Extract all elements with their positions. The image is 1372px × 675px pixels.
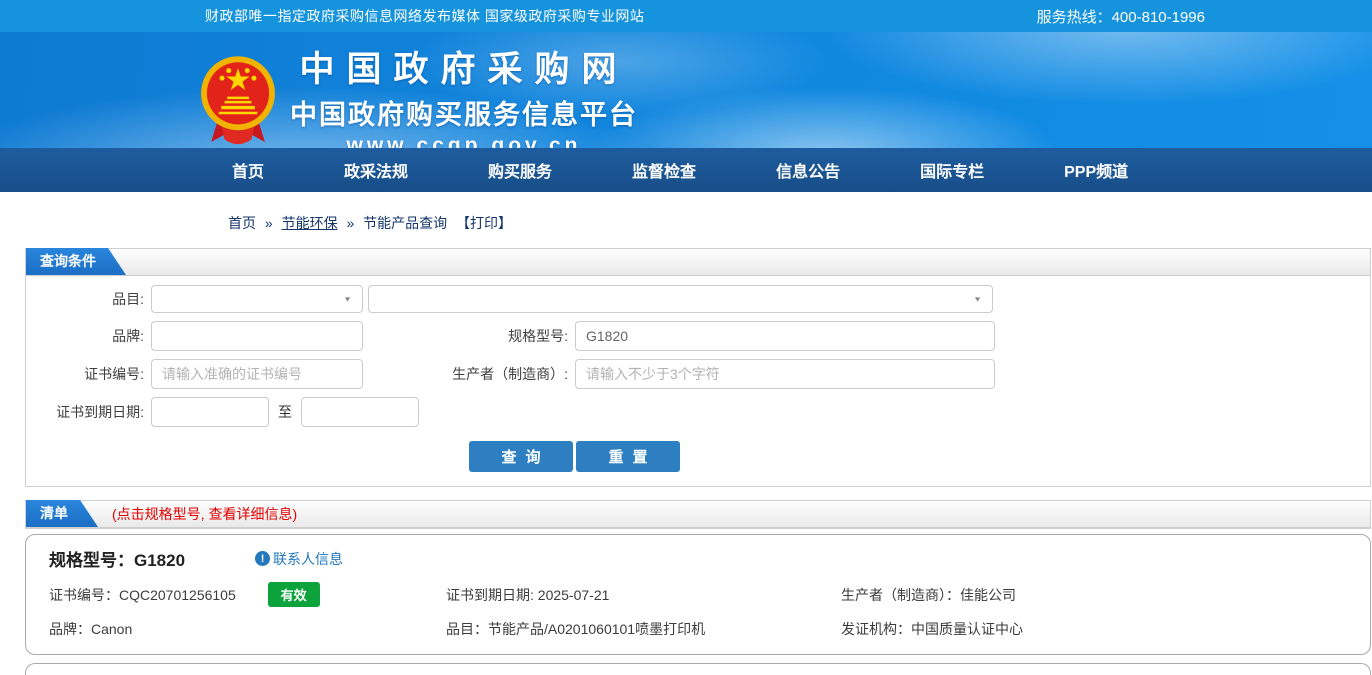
category-label: 品目: [112, 291, 144, 307]
manufacturer-input[interactable] [575, 359, 995, 389]
query-panel: 查询条件 品目: ▼ ▼ 品牌: 规格型号: 证书编号: 生产者（制造商）: 证… [25, 248, 1371, 487]
result-cert-no: 证书编号：CQC20701256105 [49, 587, 236, 603]
result-issuer: 发证机构：中国质量认证中心 [841, 621, 1023, 637]
list-panel-title: 清单 [26, 500, 98, 527]
list-hint: (点击规格型号, 查看详细信息) [112, 506, 298, 522]
breadcrumb-current-page: 节能产品查询 [363, 215, 448, 231]
site-header: 中国政府采购网 中国政府购买服务信息平台 www.ccgp.gov.cn [0, 32, 1372, 148]
info-icon: ! [255, 551, 271, 566]
result-model-title[interactable]: 规格型号：G1820 [49, 546, 185, 571]
result-brand: 品牌：Canon [49, 621, 133, 637]
query-panel-title: 查询条件 [26, 248, 126, 275]
site-subtitle: 中国政府购买服务信息平台 [290, 100, 638, 130]
cert-no-input[interactable] [151, 359, 363, 389]
result-category: 品目：节能产品/A0201060101喷墨打印机 [446, 621, 706, 637]
contact-info-link[interactable]: ! 联系人信息 [255, 549, 343, 569]
breadcrumb-home[interactable]: 首页 [228, 215, 256, 231]
site-name: 中国政府采购网 [299, 50, 629, 89]
main-nav: 首页 政采法规 购买服务 监督检查 信息公告 国际专栏 PPP频道 [0, 148, 1372, 192]
nav-item-ppp-channel[interactable]: PPP频道 [1064, 158, 1128, 182]
result-card: 规格型号：G1820 ! 联系人信息 证书编号：CQC20701256105 有… [25, 534, 1371, 655]
brand-input[interactable] [151, 321, 363, 351]
cert-no-label: 证书编号: [84, 366, 144, 382]
category-select[interactable]: ▼ [151, 285, 363, 313]
service-hotline: 服务热线：400-810-1996 [1036, 8, 1205, 26]
to-label: 至 [278, 404, 292, 420]
top-bar: 财政部唯一指定政府采购信息网络发布媒体 国家级政府采购专业网站 服务热线：400… [0, 0, 1372, 32]
nav-item-international[interactable]: 国际专栏 [920, 158, 984, 182]
expiry-label: 证书到期日期: [56, 404, 144, 420]
nav-item-regulations[interactable]: 政采法规 [344, 158, 408, 182]
site-logo[interactable]: 中国政府采购网 中国政府购买服务信息平台 www.ccgp.gov.cn [196, 41, 638, 148]
query-form: 品目: ▼ ▼ 品牌: 规格型号: 证书编号: 生产者（制造商）: 证书到期日期… [26, 276, 1370, 486]
breadcrumb-section[interactable]: 节能环保 [282, 215, 338, 231]
nav-item-announcements[interactable]: 信息公告 [776, 158, 840, 182]
reset-button[interactable]: 重置 [576, 441, 680, 472]
nav-item-purchase-services[interactable]: 购买服务 [488, 158, 552, 182]
query-panel-header: 查询条件 [26, 249, 1370, 276]
model-input[interactable] [575, 321, 995, 351]
expiry-start-input[interactable] [151, 397, 269, 427]
breadcrumb: 首页 » 节能环保 » 节能产品查询 【打印】 [228, 213, 1372, 233]
list-panel-header: 清单 (点击规格型号, 查看详细信息) [26, 501, 1370, 528]
breadcrumb-separator: » [346, 215, 355, 231]
print-link[interactable]: 【打印】 [456, 215, 512, 231]
manufacturer-label: 生产者（制造商）: [452, 366, 568, 382]
chevron-down-icon: ▼ [343, 295, 352, 303]
national-emblem-icon [201, 55, 275, 144]
logo-text: 中国政府采购网 中国政府购买服务信息平台 www.ccgp.gov.cn [290, 41, 638, 148]
status-badge: 有效 [267, 582, 320, 607]
site-url: www.ccgp.gov.cn [346, 134, 582, 148]
result-cert-cell: 证书编号：CQC20701256105 有效 [49, 582, 446, 607]
search-button[interactable]: 查询 [469, 441, 573, 472]
model-label: 规格型号: [508, 328, 568, 344]
site-slogan: 财政部唯一指定政府采购信息网络发布媒体 国家级政府采购专业网站 [205, 8, 645, 24]
subcategory-select[interactable]: ▼ [368, 285, 993, 313]
nav-item-supervision[interactable]: 监督检查 [632, 158, 696, 182]
results-section: 清单 (点击规格型号, 查看详细信息) 规格型号：G1820 ! 联系人信息 证… [0, 500, 1372, 675]
nav-item-home[interactable]: 首页 [232, 158, 264, 182]
brand-label: 品牌: [112, 328, 144, 344]
result-expiry: 证书到期日期: 2025-07-21 [446, 586, 610, 603]
result-manufacturer: 生产者（制造商）：佳能公司 [841, 586, 1016, 603]
list-panel-header-box: 清单 (点击规格型号, 查看详细信息) [25, 500, 1371, 529]
chevron-down-icon: ▼ [973, 295, 982, 303]
expiry-end-input[interactable] [301, 397, 419, 427]
contact-info-label: 联系人信息 [273, 550, 344, 567]
next-result-card-edge [25, 663, 1371, 675]
breadcrumb-separator: » [264, 215, 273, 231]
